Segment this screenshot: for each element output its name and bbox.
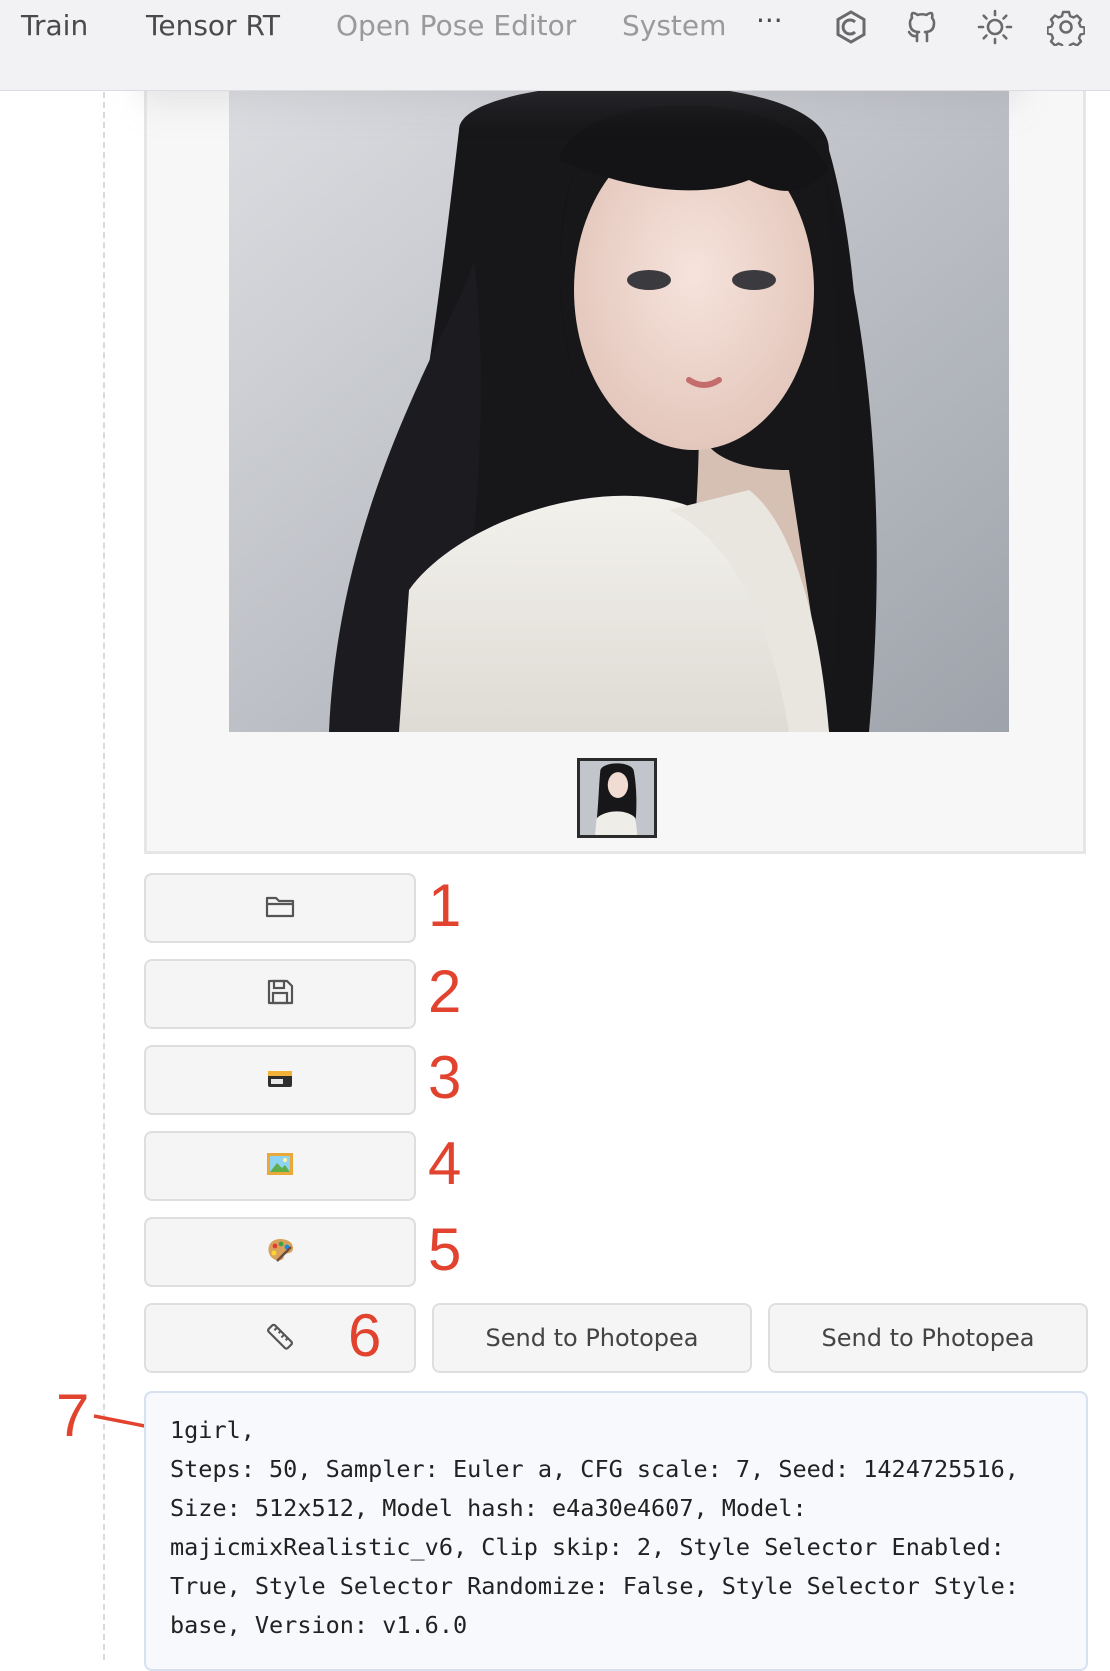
settings-gear-icon[interactable] (1046, 8, 1086, 51)
folder-icon (263, 889, 297, 927)
annotation-marker-1: 1 (428, 872, 462, 939)
palette-icon (263, 1233, 297, 1271)
send-to-img2img-button[interactable] (144, 1131, 416, 1201)
more-tabs-button[interactable]: ··· (756, 4, 783, 37)
archive-box-icon (263, 1061, 297, 1099)
send-to-inpaint-button[interactable] (144, 1217, 416, 1287)
generated-image[interactable] (229, 90, 1009, 732)
tab-open-pose-editor[interactable]: Open Pose Editor (336, 9, 576, 42)
annotation-marker-7: 7 (56, 1382, 90, 1449)
annotation-marker-3: 3 (428, 1044, 462, 1111)
send-to-photopea-button-1[interactable]: Send to Photopea (432, 1303, 752, 1373)
tab-train[interactable]: Train (21, 9, 88, 42)
ruler-icon (263, 1319, 297, 1357)
save-button[interactable] (144, 959, 416, 1029)
output-gallery (144, 90, 1086, 854)
framed-picture-icon (263, 1147, 297, 1185)
github-icon[interactable] (903, 8, 941, 46)
save-icon (263, 975, 297, 1013)
annotation-marker-2: 2 (428, 958, 462, 1025)
generation-info-panel[interactable]: 1girl, Steps: 50, Sampler: Euler a, CFG … (144, 1391, 1088, 1671)
top-nav-bar: Train Tensor RT Open Pose Editor System … (0, 0, 1110, 91)
theme-sun-icon[interactable] (976, 8, 1014, 46)
annotation-marker-6: 6 (348, 1302, 382, 1369)
annotation-marker-4: 4 (428, 1130, 462, 1197)
gallery-thumbnail[interactable] (577, 758, 657, 838)
annotation-marker-5: 5 (428, 1216, 462, 1283)
send-to-photopea-button-2[interactable]: Send to Photopea (768, 1303, 1088, 1373)
open-folder-button[interactable] (144, 873, 416, 943)
tab-tensor-rt[interactable]: Tensor RT (146, 9, 280, 42)
generation-parameters: Steps: 50, Sampler: Euler a, CFG scale: … (170, 1455, 1034, 1639)
prompt-text: 1girl, (170, 1416, 255, 1444)
zip-archive-button[interactable] (144, 1045, 416, 1115)
extension-hex-icon[interactable] (832, 8, 870, 46)
tab-system[interactable]: System (622, 9, 726, 42)
